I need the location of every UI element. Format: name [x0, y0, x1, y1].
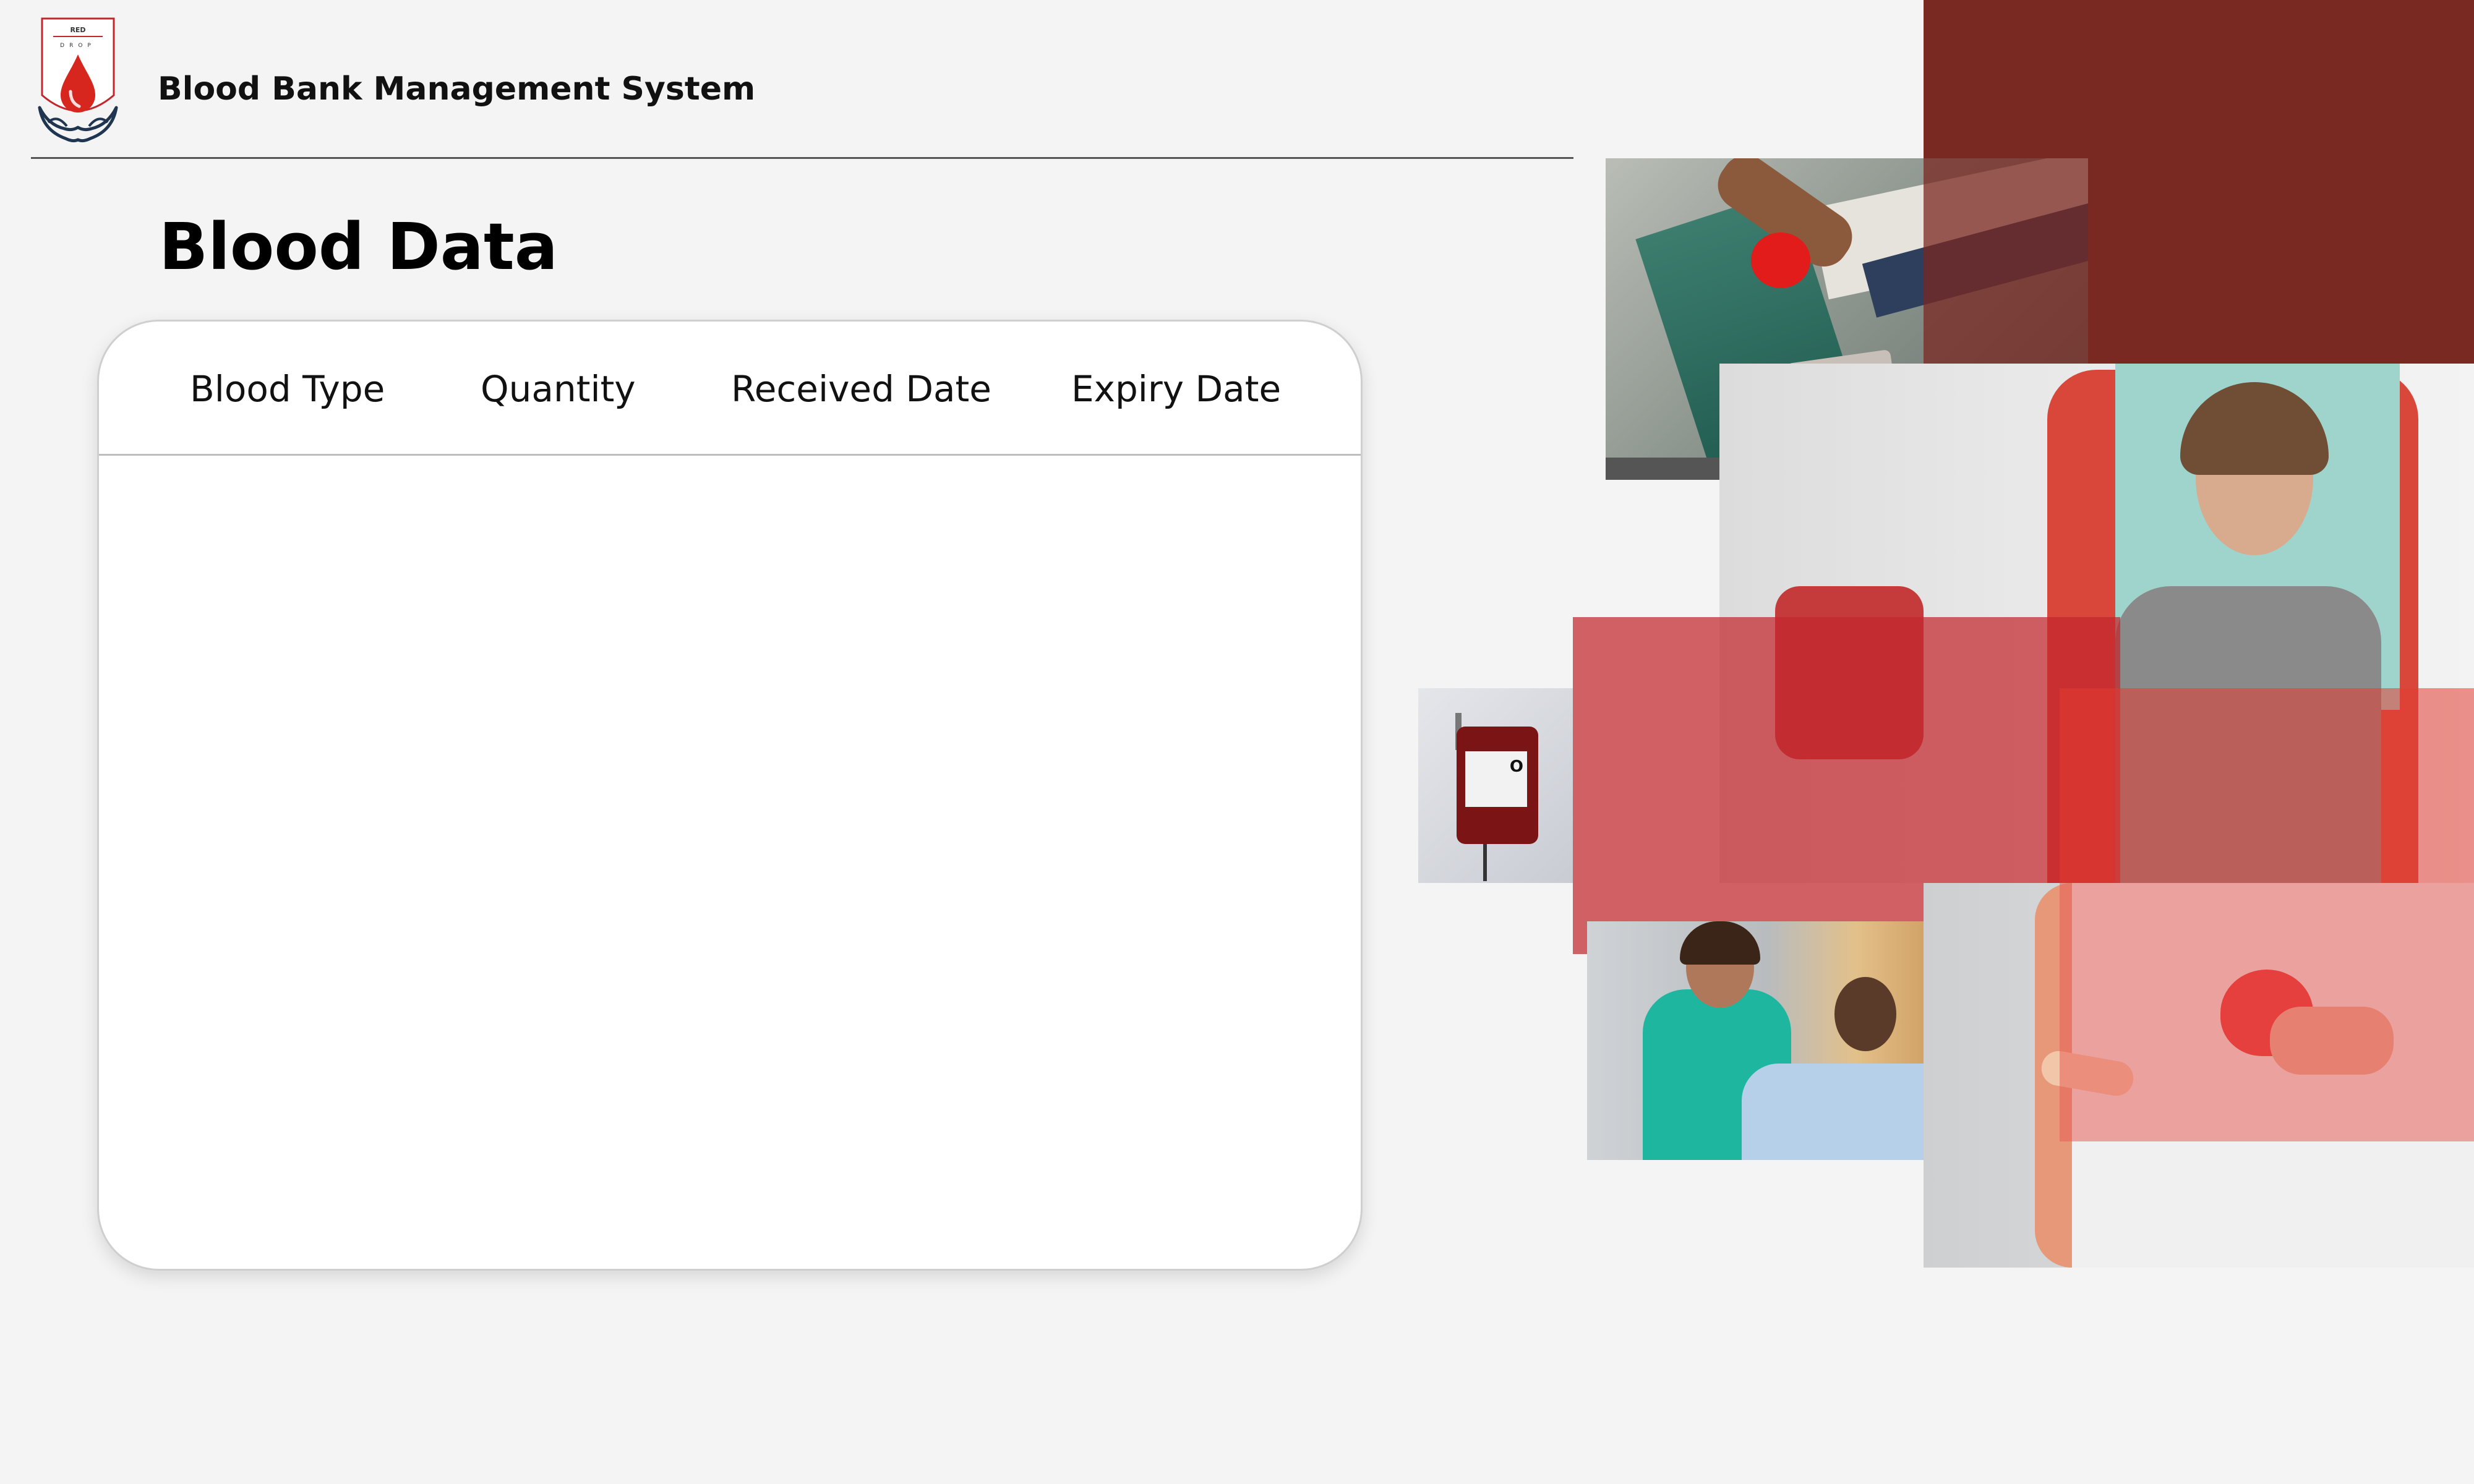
table-header: Blood Type Quantity Received Date Expiry… [99, 322, 1361, 456]
table-body [99, 456, 1361, 1269]
heart-icon [1751, 232, 1810, 288]
blood-data-table: Blood Type Quantity Received Date Expiry… [97, 320, 1363, 1271]
overlay-block [2060, 883, 2474, 1141]
column-header-quantity[interactable]: Quantity [481, 368, 636, 410]
svg-text:RED: RED [70, 26, 85, 34]
page-title: Blood Data [159, 209, 558, 284]
column-header-received-date[interactable]: Received Date [731, 368, 991, 410]
overlay-block [2060, 688, 2474, 883]
nurse-patient-photo [1587, 921, 1946, 1160]
blood-bag-icon: O [1457, 727, 1538, 844]
svg-text:DROP: DROP [60, 43, 96, 49]
blood-bag-label: O [1509, 757, 1523, 776]
column-header-expiry-date[interactable]: Expiry Date [1071, 368, 1281, 410]
blood-bag-photo: O [1418, 688, 1573, 883]
header-divider [31, 157, 1573, 159]
hands-icon [38, 106, 118, 143]
app-title: Blood Bank Management System [158, 70, 756, 108]
overlay-block [1924, 158, 2088, 364]
column-header-blood-type[interactable]: Blood Type [190, 368, 385, 410]
logo: RED DROP [38, 17, 118, 143]
